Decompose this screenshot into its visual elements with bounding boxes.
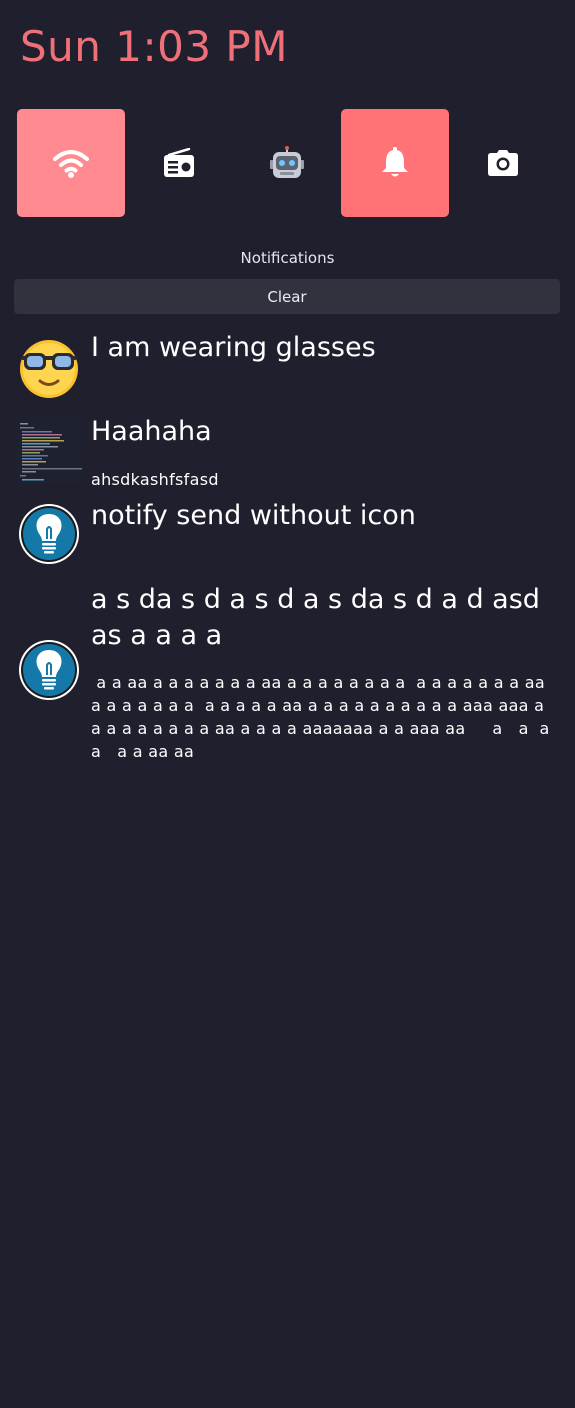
bell-toggle[interactable] (341, 109, 449, 217)
notification-item[interactable]: Haahaha ahsdkashfsfasd (0, 414, 575, 494)
quick-toggles (17, 109, 557, 217)
notification-title: notify send without icon (91, 500, 416, 531)
notification-title: Haahaha (91, 416, 212, 447)
notification-item[interactable]: notify send without icon (0, 498, 575, 578)
radio-icon (164, 148, 194, 177)
notifications-heading: Notifications (240, 249, 335, 267)
lightbulb-icon (19, 504, 79, 564)
notification-body: ahsdkashfsfasd (91, 470, 219, 489)
wifi-icon (53, 150, 89, 178)
bell-icon (382, 147, 408, 177)
notification-item[interactable]: I am wearing glasses (0, 330, 575, 400)
radio-toggle[interactable] (125, 109, 233, 217)
clock: Sun 1:03 PM (20, 22, 288, 71)
notification-title: I am wearing glasses (91, 332, 376, 363)
wifi-toggle[interactable] (17, 109, 125, 217)
clear-notifications-button[interactable]: Clear (14, 279, 560, 314)
robot-icon (270, 146, 304, 178)
notification-title: a s da s d a s d a s da s d a d asd as a… (91, 584, 540, 651)
notification-item[interactable]: a s da s d a s d a s da s d a d asd as a… (0, 582, 575, 772)
camera-toggle[interactable] (449, 109, 557, 217)
camera-icon (488, 150, 518, 176)
notification-body: a a aa a a a a a a a aa a a a a a a a a … (91, 673, 566, 761)
glasses-emoji-icon (20, 340, 78, 398)
robot-toggle[interactable] (233, 109, 341, 217)
lightbulb-icon (19, 640, 79, 700)
code-screenshot-thumbnail (17, 418, 83, 484)
